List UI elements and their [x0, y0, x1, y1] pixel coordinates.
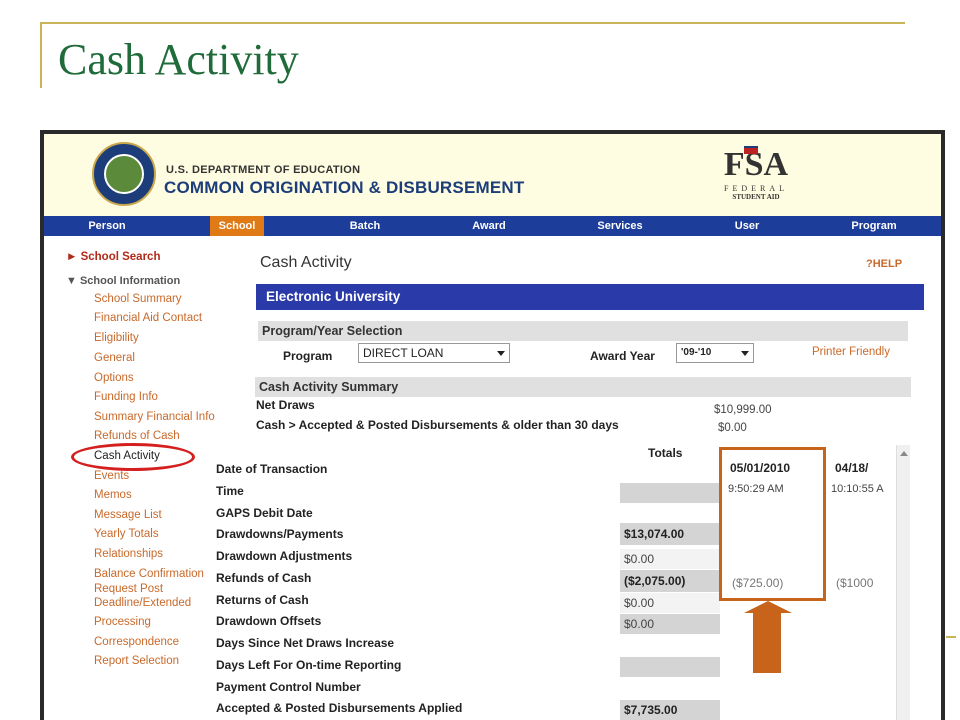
department-name: U.S. DEPARTMENT OF EDUCATION [166, 164, 361, 176]
sidebar-item-events[interactable]: Events [94, 470, 129, 482]
total-date [620, 462, 720, 482]
total-gaps [620, 505, 720, 525]
row-label-pcn: Payment Control Number [216, 680, 361, 694]
total-drawdowns: $13,074.00 [620, 523, 720, 545]
school-name-bar: Electronic University [256, 284, 924, 310]
row-label-drawdowns: Drawdowns/Payments [216, 527, 344, 541]
nav-person[interactable]: Person [72, 216, 142, 236]
row-label-gaps: GAPS Debit Date [216, 506, 313, 520]
fsa-logo: FSA FEDERAL STUDENT AID [716, 146, 796, 210]
row-label-days-left: Days Left For On-time Reporting [216, 658, 402, 672]
cash-activity-summary-heading: Cash Activity Summary [255, 377, 911, 397]
sidebar-item-report-selection[interactable]: Report Selection [94, 655, 179, 667]
sidebar-item-options[interactable]: Options [94, 372, 134, 384]
slide-title: Cash Activity [58, 35, 299, 84]
flag-icon [744, 146, 758, 154]
sidebar-item-deadline-extended[interactable]: Deadline/Extended [94, 597, 191, 609]
award-year-select[interactable]: '09-'10 [676, 343, 754, 363]
total-returns: $0.00 [620, 593, 720, 613]
grid-scrollbar[interactable] [896, 445, 910, 720]
total-time [620, 483, 720, 503]
transaction-column-highlight-box [719, 447, 826, 601]
row-label-time: Time [216, 484, 244, 498]
net-draws-label: Net Draws [256, 398, 315, 412]
sidebar-item-correspondence[interactable]: Correspondence [94, 636, 179, 648]
total-days-since [620, 636, 720, 656]
program-select[interactable]: DIRECT LOAN [358, 343, 510, 363]
slide-corner-tick [946, 636, 956, 638]
system-name: COMMON ORIGINATION & DISBURSEMENT [164, 178, 525, 197]
row-label-drawdown-adjustments: Drawdown Adjustments [216, 549, 353, 563]
slide-left-rule [40, 22, 42, 88]
sidebar-item-financial-aid-contact[interactable]: Financial Aid Contact [94, 312, 202, 324]
cash-older-label: Cash > Accepted & Posted Disbursements &… [256, 418, 619, 432]
nav-user[interactable]: User [712, 216, 782, 236]
total-pcn [620, 679, 720, 699]
total-days-left [620, 657, 720, 677]
totals-header: Totals [648, 446, 683, 460]
sidebar-item-summary-financial-info[interactable]: Summary Financial Info [94, 411, 215, 423]
sidebar-item-refunds-of-cash[interactable]: Refunds of Cash [94, 430, 180, 442]
row-label-refunds: Refunds of Cash [216, 571, 312, 585]
row-label-days-since: Days Since Net Draws Increase [216, 636, 395, 650]
sidebar-school-search[interactable]: ► School Search [66, 251, 160, 263]
main-nav: Person School Batch Award Services User … [44, 216, 941, 236]
sidebar-item-general[interactable]: General [94, 352, 135, 364]
sidebar-item-funding-info[interactable]: Funding Info [94, 391, 158, 403]
cash-activity-highlight-circle [71, 443, 195, 471]
sidebar-item-eligibility[interactable]: Eligibility [94, 332, 139, 344]
program-year-heading: Program/Year Selection [258, 321, 908, 341]
department-seal-icon [92, 142, 156, 206]
help-icon: ? [866, 258, 873, 270]
total-drawdown-adjustments: $0.00 [620, 549, 720, 569]
nav-program[interactable]: Program [834, 216, 914, 236]
sidebar-item-memos[interactable]: Memos [94, 489, 132, 501]
sidebar-item-balance-confirmation[interactable]: Balance Confirmation [94, 568, 204, 580]
sidebar-item-request-post[interactable]: Request Post [94, 583, 163, 595]
total-refunds: ($2,075.00) [620, 570, 720, 592]
col-2-refund: ($1000 [836, 576, 874, 590]
nav-batch[interactable]: Batch [330, 216, 400, 236]
net-draws-value: $10,999.00 [714, 404, 772, 416]
sidebar-item-relationships[interactable]: Relationships [94, 548, 163, 560]
total-accepted-posted: $7,735.00 [620, 700, 720, 720]
award-year-label: Award Year [590, 349, 655, 363]
nav-school[interactable]: School [210, 216, 264, 236]
fsa-logo-student-aid: STUDENT AID [732, 193, 780, 201]
sidebar-item-school-summary[interactable]: School Summary [94, 293, 182, 305]
cod-banner: U.S. DEPARTMENT OF EDUCATION COMMON ORIG… [44, 134, 941, 216]
up-arrow-icon [744, 601, 792, 613]
sidebar-item-message-list[interactable]: Message List [94, 509, 162, 521]
total-offsets: $0.00 [620, 614, 720, 634]
chevron-down-icon [741, 351, 749, 356]
cash-older-value: $0.00 [718, 422, 747, 434]
row-label-returns: Returns of Cash [216, 593, 309, 607]
printer-friendly-link[interactable]: Printer Friendly [812, 346, 890, 358]
row-label-accepted-posted: Accepted & Posted Disbursements Applied [216, 701, 463, 715]
col-2-date: 04/18/ [835, 461, 869, 475]
chevron-down-icon [497, 351, 505, 356]
fsa-logo-federal: FEDERAL [724, 184, 788, 193]
scroll-up-icon[interactable] [900, 451, 908, 456]
page-heading: Cash Activity [260, 254, 352, 271]
row-label-offsets: Drawdown Offsets [216, 614, 322, 628]
program-label: Program [283, 349, 333, 363]
slide-top-rule [40, 22, 905, 24]
nav-services[interactable]: Services [580, 216, 660, 236]
nav-award[interactable]: Award [454, 216, 524, 236]
col-2-time: 10:10:55 A [831, 483, 884, 495]
help-link[interactable]: ?HELP [866, 258, 902, 270]
sidebar-school-information[interactable]: ▼ School Information [66, 275, 180, 287]
row-label-date: Date of Transaction [216, 462, 328, 476]
up-arrow-shaft [753, 613, 781, 673]
sidebar-item-yearly-totals[interactable]: Yearly Totals [94, 528, 159, 540]
sidebar-item-processing[interactable]: Processing [94, 616, 151, 628]
